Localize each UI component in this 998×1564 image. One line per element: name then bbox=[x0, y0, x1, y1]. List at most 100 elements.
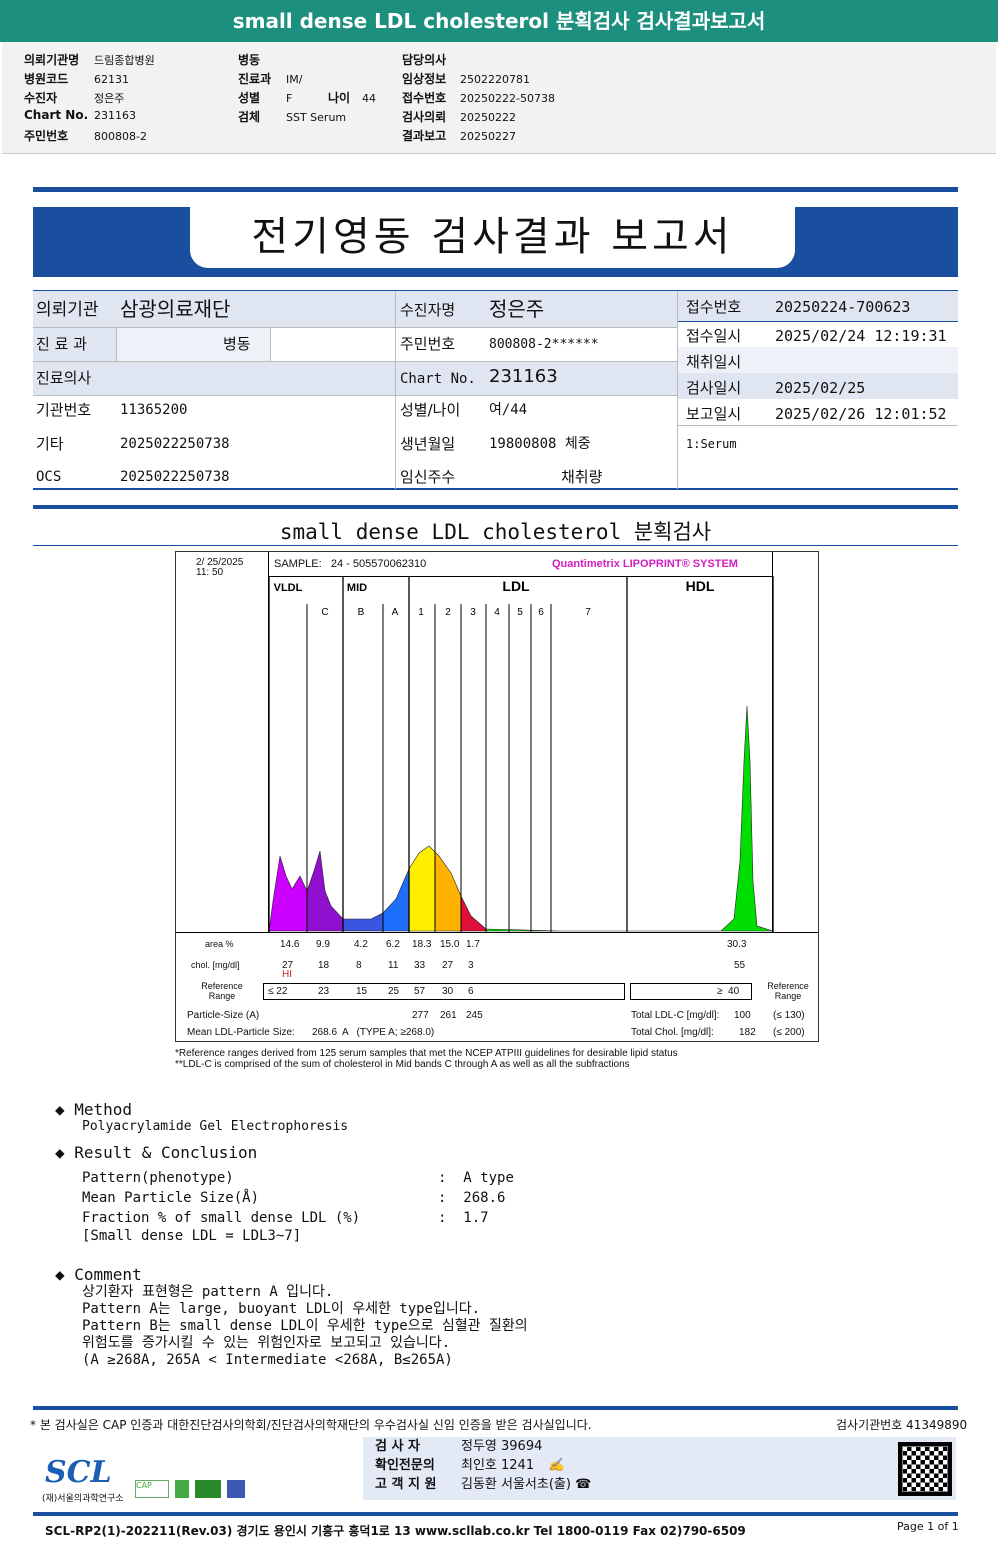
signature-box: 검 사 자 정두영 39694 확인전문의 최인호 1241 ✍ 고 객 지 원 김동환… bbox=[363, 1437, 956, 1500]
label: 검체 bbox=[238, 110, 261, 124]
code-value: 11365200 bbox=[120, 402, 188, 418]
chol-value: 18 bbox=[318, 960, 330, 971]
value: 20250227 bbox=[460, 130, 516, 143]
particle-label: Particle-Size (A) bbox=[187, 1010, 260, 1021]
chart-label: MID bbox=[347, 582, 367, 594]
result-item: Pattern(phenotype): A type bbox=[82, 1168, 514, 1188]
hi-flag: HI bbox=[282, 969, 292, 980]
chart-label: HDL bbox=[686, 578, 715, 594]
mean-label: Mean LDL-Particle Size: bbox=[187, 1027, 295, 1038]
request-info-box: 의뢰기관명 드림종합병원 병원코드 62131 수진자 정은주 Chart No. 23… bbox=[2, 42, 996, 154]
result-key: Pattern(phenotype) bbox=[82, 1170, 234, 1186]
colon: : bbox=[438, 1190, 464, 1206]
collect-dt-label: 채취일시 bbox=[686, 353, 742, 371]
value: 20250222 bbox=[460, 111, 516, 124]
area-value: 9.9 bbox=[316, 939, 330, 950]
area-value: 1.7 bbox=[466, 939, 480, 950]
result-note: [Small dense LDL = LDL3~7] bbox=[82, 1228, 302, 1244]
comment-line: Pattern A는 large, buoyant LDL이 우세한 type입… bbox=[82, 1301, 481, 1317]
divider bbox=[33, 505, 958, 509]
report-dt-value: 2025/02/26 12:01:52 bbox=[775, 405, 947, 423]
divider bbox=[33, 395, 677, 396]
total-ldl-ref: (≤ 130) bbox=[773, 1010, 805, 1021]
support-value: 김동환 서울서초(출) ☎ bbox=[461, 1477, 592, 1492]
total-ldl-value: 100 bbox=[734, 1010, 751, 1021]
value: 20250222-50738 bbox=[460, 92, 555, 105]
receipt-dt-value: 2025/02/24 12:19:31 bbox=[775, 327, 947, 345]
result-item: Fraction % of small dense LDL (%): 1.7 bbox=[82, 1208, 514, 1228]
report-info-grid: 의뢰기관 삼광의료재단 진 료 과 병동 진료의사 기관번호 11365200 … bbox=[33, 290, 958, 490]
ocs-label: OCS bbox=[36, 469, 62, 485]
comment-title: Comment bbox=[74, 1265, 142, 1284]
report-dt-label: 보고일시 bbox=[686, 405, 742, 423]
result-title: Result & Conclusion bbox=[74, 1143, 258, 1162]
value: 231163 bbox=[94, 109, 136, 122]
cap-logo-icon: CAP bbox=[135, 1480, 169, 1498]
result-key: Fraction % of small dense LDL (%) bbox=[82, 1210, 361, 1226]
sexage-value: 여/44 bbox=[489, 402, 528, 418]
reference-range-box bbox=[263, 983, 625, 1000]
dept-label: 진 료 과 bbox=[36, 335, 87, 353]
mean-value: 268.6 A (TYPE A; ≥268.0) bbox=[312, 1027, 435, 1038]
particle-value: 245 bbox=[466, 1010, 483, 1021]
chol-value: 3 bbox=[468, 960, 474, 971]
area-value: 4.2 bbox=[354, 939, 368, 950]
results-table: area % chol. [mg/dl] Reference Range 14.6 27… bbox=[176, 933, 818, 1041]
label: 수진자 bbox=[24, 91, 58, 105]
footnote: *Reference ranges derived from 125 serum… bbox=[175, 1048, 678, 1059]
info-col1: 의뢰기관명 드림종합병원 병원코드 62131 수진자 정은주 Chart No. 23… bbox=[24, 51, 155, 146]
chart-label: LDL bbox=[502, 578, 530, 594]
chol-value: 27 bbox=[442, 960, 454, 971]
value: 정은주 bbox=[94, 92, 125, 105]
band-fill-VLDL bbox=[269, 706, 307, 931]
age-label: 나이 bbox=[328, 91, 351, 105]
comment-line: 상기환자 표현형은 pattern A 입니다. bbox=[82, 1284, 334, 1300]
value: 드림종합병원 bbox=[94, 54, 155, 67]
divider bbox=[33, 1406, 958, 1410]
value: 800808-2 bbox=[94, 130, 147, 143]
method-title: Method bbox=[74, 1100, 133, 1119]
comment-line: 위험도를 증가시킬 수 있는 위험인자로 보고되고 있습니다. bbox=[82, 1335, 451, 1351]
etc-label: 기타 bbox=[36, 435, 64, 453]
chart-label: 2 bbox=[445, 607, 451, 618]
code-label: 기관번호 bbox=[36, 401, 92, 419]
report-title: 전기영동 검사결과 보고서 bbox=[190, 207, 795, 268]
value: SST Serum bbox=[286, 111, 347, 124]
eda-logo-icon bbox=[195, 1480, 221, 1498]
divider bbox=[33, 327, 677, 328]
chol-label: chol. [mg/dl] bbox=[191, 960, 240, 970]
signature-icon: ✍ bbox=[548, 1458, 565, 1473]
diamond-bullet-icon: ◆ bbox=[55, 1265, 75, 1284]
label: 접수번호 bbox=[402, 91, 447, 105]
chol-value: 33 bbox=[414, 960, 426, 971]
area-label: area % bbox=[205, 939, 234, 949]
document-title: small dense LDL cholesterol 분획검사 검사결과보고서 bbox=[0, 0, 998, 42]
divider bbox=[678, 321, 958, 322]
page-number: Page 1 of 1 bbox=[897, 1520, 959, 1533]
colon: : bbox=[438, 1170, 464, 1186]
chol-value: 8 bbox=[356, 960, 362, 971]
divider bbox=[678, 425, 958, 426]
lm-logo-icon bbox=[175, 1480, 189, 1498]
result-value: 1.7 bbox=[463, 1210, 489, 1226]
divider bbox=[33, 187, 958, 192]
specimen-value: 1:Serum bbox=[686, 437, 737, 451]
result-section: ◆ Result & Conclusion Pattern(phenotype)… bbox=[55, 1143, 514, 1244]
divider bbox=[33, 361, 677, 362]
band-fill-HDL bbox=[486, 706, 773, 931]
confirm-value: 최인호 1241 bbox=[461, 1458, 535, 1473]
label: 담당의사 bbox=[402, 53, 447, 67]
label: 결과보고 bbox=[402, 129, 447, 143]
confirm-label: 확인전문의 bbox=[375, 1458, 435, 1473]
divider bbox=[33, 1512, 958, 1516]
doctor-label: 진료의사 bbox=[36, 369, 92, 387]
comment-line: (A ≥268A, 265A < Intermediate <268A, B≤2… bbox=[82, 1352, 453, 1368]
patient-value: 정은주 bbox=[489, 297, 545, 321]
label: Chart No. bbox=[24, 108, 89, 122]
electropherogram: VLDL MID LDL HDL C B A 1 2 3 4 5 6 7 bbox=[268, 576, 774, 932]
chart-label: 5 bbox=[517, 607, 523, 618]
chart-label: 1 bbox=[418, 607, 424, 618]
value: IM/ bbox=[286, 73, 303, 86]
footnote: **LDL-C is comprised of the sum of chole… bbox=[175, 1059, 630, 1070]
institution-value: 삼광의료재단 bbox=[120, 297, 231, 321]
